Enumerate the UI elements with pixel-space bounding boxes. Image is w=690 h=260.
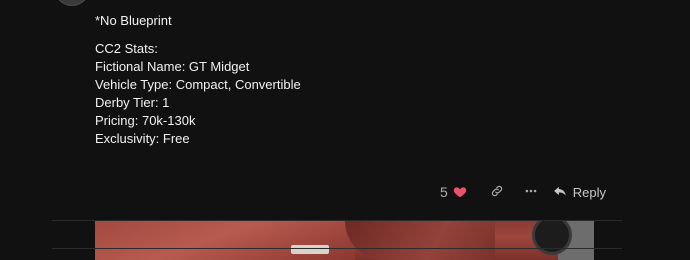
derby-tier-line: Derby Tier: 1: [95, 95, 170, 110]
exclusivity-line: Exclusivity: Free: [95, 131, 190, 146]
post-actions: 5 Reply: [440, 181, 606, 203]
ellipsis-icon: [524, 184, 538, 201]
stats-header: CC2 Stats:: [95, 41, 158, 56]
more-options-button[interactable]: [517, 181, 545, 203]
reply-icon: [553, 184, 567, 201]
car-hood-shape: [95, 221, 355, 260]
blueprint-note: *No Blueprint: [95, 13, 172, 28]
reply-label: Reply: [572, 184, 607, 200]
forum-post: *No Blueprint CC2 Stats: Fictional Name:…: [0, 0, 690, 260]
fictional-name-line: Fictional Name: GT Midget: [95, 59, 250, 74]
copy-link-button[interactable]: [483, 181, 511, 203]
pricing-line: Pricing: 70k-130k: [95, 113, 196, 128]
avatar[interactable]: [54, 0, 90, 6]
link-icon: [490, 184, 504, 201]
car-body-shape: [345, 221, 495, 260]
heart-icon: [453, 185, 467, 199]
image-divider: [52, 248, 622, 249]
like-button[interactable]: 5: [440, 184, 467, 200]
license-plate-shape: [291, 245, 329, 254]
reply-button[interactable]: Reply: [553, 184, 606, 201]
like-count: 5: [440, 184, 448, 200]
vehicle-type-line: Vehicle Type: Compact, Convertible: [95, 77, 301, 92]
post-body: *No Blueprint CC2 Stats: Fictional Name:…: [95, 12, 635, 148]
car-photo[interactable]: [95, 221, 594, 260]
